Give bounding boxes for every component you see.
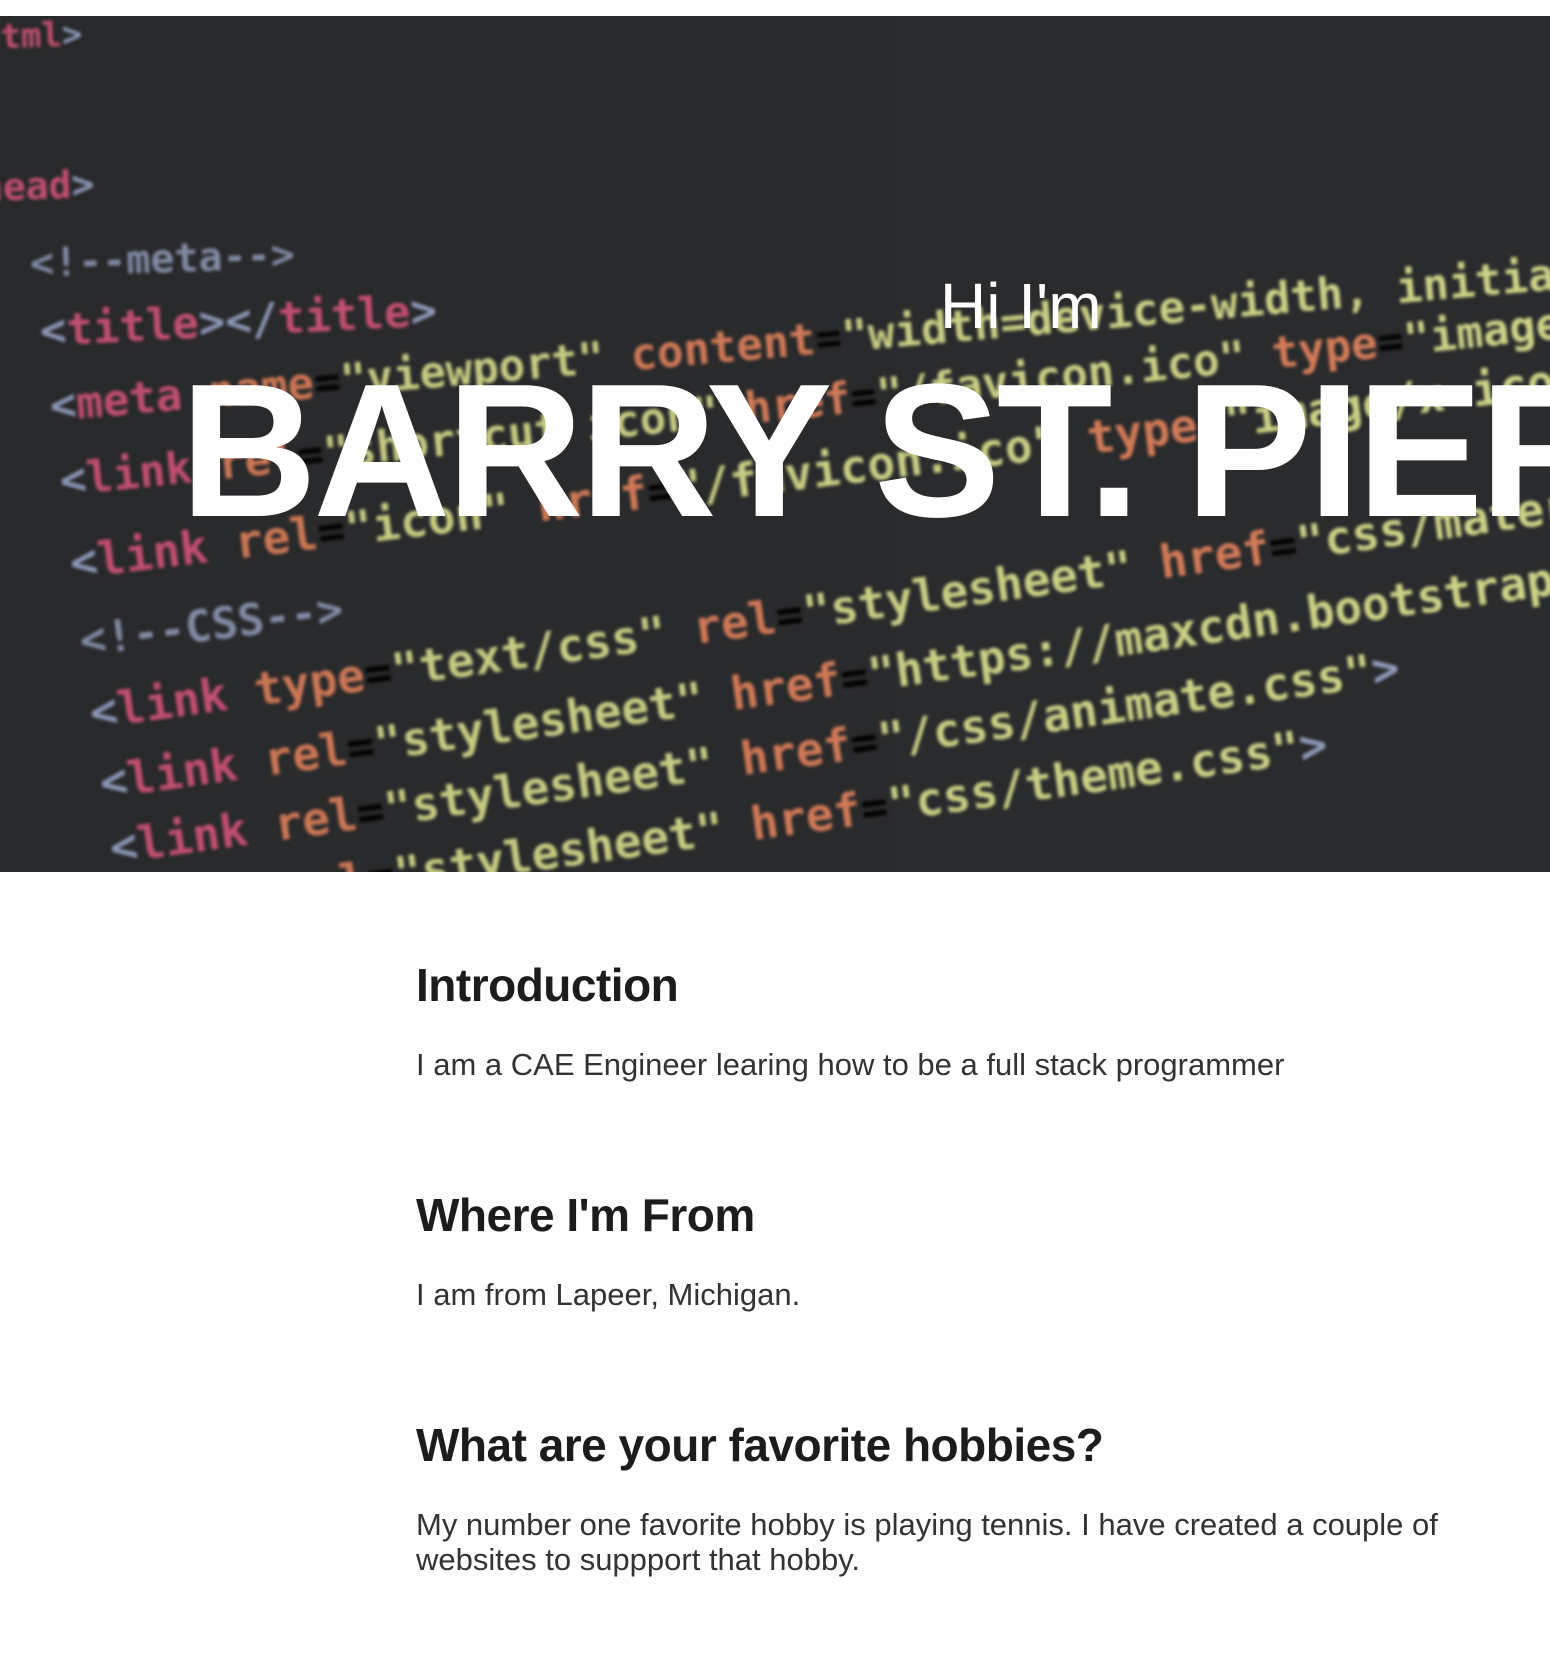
hero-name: BARRY ST. PIER (180, 345, 1550, 557)
section-body: My number one favorite hobby is playing … (416, 1506, 1438, 1578)
section-heading: What are your favorite hobbies? (416, 1419, 1104, 1471)
section-hobbies: What are your favorite hobbies? My numbe… (416, 1420, 1526, 1578)
section-heading: Where I'm From (416, 1189, 755, 1241)
section-introduction: Introduction I am a CAE Engineer learing… (416, 960, 1284, 1082)
section-body: I am from Lapeer, Michigan. (416, 1276, 801, 1312)
section-where-from: Where I'm From I am from Lapeer, Michiga… (416, 1190, 800, 1312)
page: html> head> <!--meta--> <title></title> … (0, 0, 1550, 1660)
hero-banner: html> head> <!--meta--> <title></title> … (0, 16, 1550, 872)
section-body: I am a CAE Engineer learing how to be a … (416, 1046, 1285, 1082)
section-heading: Introduction (416, 959, 679, 1011)
hero-greeting: Hi I'm (940, 270, 1102, 342)
